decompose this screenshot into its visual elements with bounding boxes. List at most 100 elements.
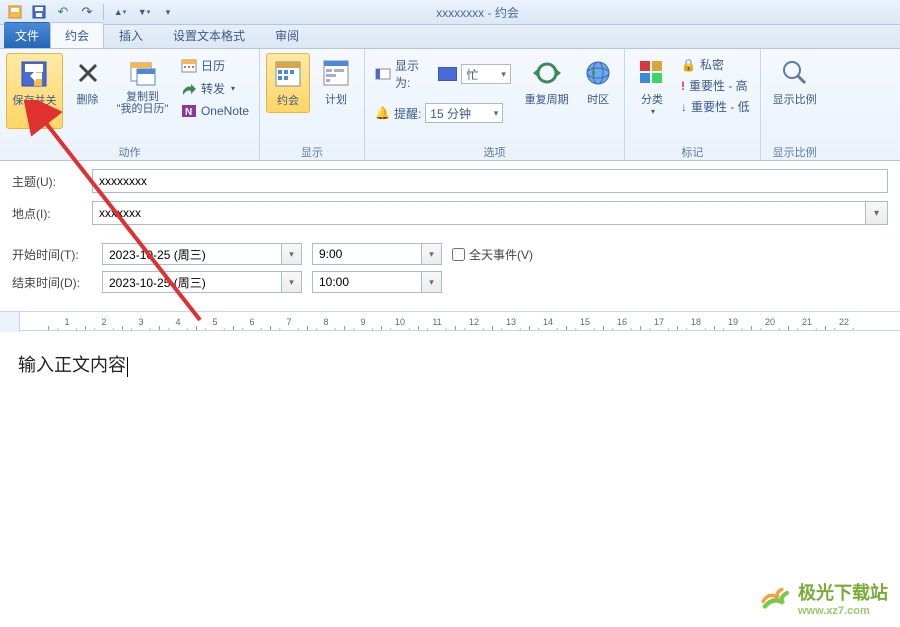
svg-text:20: 20 bbox=[765, 317, 775, 327]
svg-text:3: 3 bbox=[138, 317, 143, 327]
delete-button[interactable]: 删除 bbox=[67, 53, 108, 111]
group-show-label: 显示 bbox=[266, 142, 358, 158]
svg-text:13: 13 bbox=[506, 317, 516, 327]
delete-icon bbox=[72, 57, 104, 89]
busy-color-icon bbox=[438, 67, 458, 81]
group-options: 显示为: 忙 🔔 提醒: 15 分钟 重复周期 bbox=[365, 49, 625, 160]
svg-text:7: 7 bbox=[286, 317, 291, 327]
show-as-icon bbox=[375, 66, 391, 82]
onenote-label: OneNote bbox=[201, 104, 249, 118]
watermark: 极光下载站 www.xz7.com bbox=[758, 579, 888, 617]
private-button[interactable]: 🔒 私密 bbox=[677, 55, 754, 74]
start-time-label: 开始时间(T): bbox=[12, 246, 92, 263]
scheduling-label: 计划 bbox=[325, 91, 347, 107]
redo-icon[interactable]: ↷ bbox=[76, 2, 98, 22]
forward-icon bbox=[181, 81, 197, 97]
svg-text:15: 15 bbox=[580, 317, 590, 327]
copy-calendar-button[interactable]: 复制到 "我的日历" bbox=[112, 53, 173, 119]
svg-text:9: 9 bbox=[360, 317, 365, 327]
high-importance-icon: ! bbox=[681, 79, 685, 93]
show-as-select[interactable]: 忙 bbox=[461, 64, 511, 84]
start-time-input[interactable] bbox=[312, 243, 422, 265]
group-zoom: 显示比例 显示比例 bbox=[761, 49, 829, 160]
reminder-bell-icon: 🔔 bbox=[375, 106, 390, 120]
group-show: 约会 计划 显示 bbox=[260, 49, 365, 160]
qat-customize-icon[interactable]: ▾ bbox=[157, 2, 179, 22]
reminder-select[interactable]: 15 分钟 bbox=[425, 103, 503, 123]
group-options-label: 选项 bbox=[371, 142, 618, 158]
tab-format[interactable]: 设置文本格式 bbox=[158, 22, 260, 48]
start-date-input[interactable] bbox=[102, 243, 282, 265]
ribbon: 保存并关闭 删除 复制到 "我的日历" 日历 bbox=[0, 49, 900, 161]
delete-label: 删除 bbox=[77, 91, 99, 107]
low-importance-button[interactable]: ↓ 重要性 - 低 bbox=[677, 97, 754, 116]
end-time-input[interactable] bbox=[312, 271, 422, 293]
end-date-dropdown[interactable]: ▾ bbox=[282, 271, 302, 293]
tab-file[interactable]: 文件 bbox=[4, 22, 50, 48]
svg-text:11: 11 bbox=[432, 317, 441, 327]
appointment-view-icon bbox=[272, 58, 304, 90]
start-date-dropdown[interactable]: ▾ bbox=[282, 243, 302, 265]
save-close-label: 保存并关闭 bbox=[9, 92, 60, 124]
show-as-row: 显示为: 忙 bbox=[371, 55, 515, 93]
svg-text:6: 6 bbox=[249, 317, 254, 327]
save-close-button[interactable]: 保存并关闭 bbox=[6, 53, 63, 129]
timezone-button[interactable]: 时区 bbox=[578, 53, 618, 111]
group-zoom-label: 显示比例 bbox=[767, 142, 823, 158]
location-label: 地点(I): bbox=[12, 205, 92, 222]
down-dropdown-icon[interactable]: ▼▾ bbox=[133, 2, 155, 22]
start-time-dropdown[interactable]: ▾ bbox=[422, 243, 442, 265]
allday-checkbox[interactable] bbox=[452, 248, 465, 261]
end-date-input[interactable] bbox=[102, 271, 282, 293]
ruler-scale: 12345678910111213141516171819202122 bbox=[20, 312, 900, 330]
zoom-icon bbox=[779, 57, 811, 89]
svg-text:14: 14 bbox=[543, 317, 553, 327]
text-cursor bbox=[127, 357, 128, 377]
onenote-button[interactable]: N OneNote bbox=[177, 101, 253, 121]
undo-icon[interactable]: ↶ bbox=[52, 2, 74, 22]
watermark-url: www.xz7.com bbox=[798, 605, 888, 617]
location-dropdown-button[interactable]: ▾ bbox=[866, 201, 888, 225]
up-dropdown-icon[interactable]: ▲▾ bbox=[109, 2, 131, 22]
scheduling-icon bbox=[320, 57, 352, 89]
forward-button[interactable]: 转发 ▾ bbox=[177, 78, 253, 99]
tab-insert[interactable]: 插入 bbox=[104, 22, 158, 48]
save-close-icon bbox=[18, 58, 50, 90]
svg-text:12: 12 bbox=[469, 317, 479, 327]
group-actions-label: 动作 bbox=[6, 142, 253, 158]
calendar-button[interactable]: 日历 bbox=[177, 55, 253, 76]
watermark-logo-icon bbox=[758, 581, 792, 615]
group-tags-label: 标记 bbox=[631, 142, 754, 158]
low-importance-label: 重要性 - 低 bbox=[691, 98, 750, 115]
zoom-button[interactable]: 显示比例 bbox=[767, 53, 823, 111]
show-as-label: 显示为: bbox=[395, 57, 434, 91]
svg-text:1: 1 bbox=[64, 317, 69, 327]
ruler: 12345678910111213141516171819202122 bbox=[0, 311, 900, 331]
high-importance-button[interactable]: ! 重要性 - 高 bbox=[677, 76, 754, 95]
location-input[interactable] bbox=[92, 201, 866, 225]
allday-text: 全天事件(V) bbox=[469, 246, 533, 263]
onenote-icon: N bbox=[181, 103, 197, 119]
globe-icon bbox=[582, 57, 614, 89]
categorize-button[interactable]: 分类 ▾ bbox=[631, 53, 673, 120]
body-editor[interactable]: 输入正文内容 bbox=[0, 331, 900, 611]
forward-label: 转发 bbox=[201, 80, 225, 97]
tab-appointment[interactable]: 约会 bbox=[50, 22, 104, 48]
appointment-view-label: 约会 bbox=[277, 92, 299, 108]
tab-review[interactable]: 审阅 bbox=[260, 22, 314, 48]
save-icon[interactable] bbox=[28, 2, 50, 22]
window-title: xxxxxxxx - 约会 bbox=[179, 4, 776, 21]
body-text: 输入正文内容 bbox=[18, 355, 126, 375]
subject-input[interactable] bbox=[92, 169, 888, 193]
low-importance-icon: ↓ bbox=[681, 100, 687, 114]
allday-checkbox-label[interactable]: 全天事件(V) bbox=[452, 246, 533, 263]
scheduling-button[interactable]: 计划 bbox=[314, 53, 358, 111]
recurrence-button[interactable]: 重复周期 bbox=[521, 53, 573, 111]
svg-text:N: N bbox=[185, 107, 192, 118]
copy-calendar-icon bbox=[127, 57, 159, 89]
svg-text:18: 18 bbox=[691, 317, 701, 327]
end-time-dropdown[interactable]: ▾ bbox=[422, 271, 442, 293]
timezone-label: 时区 bbox=[587, 91, 609, 107]
app-icon[interactable] bbox=[4, 2, 26, 22]
appointment-view-button[interactable]: 约会 bbox=[266, 53, 310, 113]
